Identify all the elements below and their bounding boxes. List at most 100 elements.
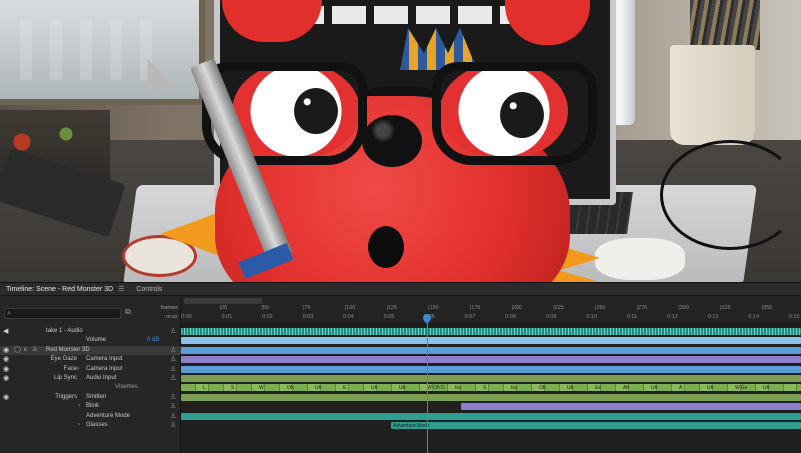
ruler-time-tick: 0:09: [545, 314, 557, 320]
track-row-label[interactable]: Adventure Mode ♙: [0, 412, 181, 421]
track-row-label[interactable]: Visemes: [0, 383, 181, 392]
track-row-label[interactable]: ◉ Eye Gaze Camera Input ♙: [0, 355, 181, 364]
track-name-label: Adventure Mode: [86, 412, 131, 419]
viseme-label: S: [231, 385, 235, 392]
track-segment[interactable]: [181, 412, 801, 420]
track-list: ⌕ ⧉ ◀ take 1 - Audio ♙ Volume 0 dB ◉ ◯ ∨ ♙ Red Mo…: [0, 297, 181, 453]
tab-controls[interactable]: Controls: [130, 283, 168, 296]
track-row-label[interactable]: ◀ take 1 - Audio ♙: [0, 327, 181, 336]
expand-chevron-icon[interactable]: ›: [77, 365, 79, 374]
track-segment[interactable]: [181, 346, 801, 354]
track-row-label[interactable]: ◉ Lip Sync Audio Input ♙: [0, 374, 181, 383]
record-arm-icon[interactable]: ♙: [170, 327, 176, 336]
scene-link-icon[interactable]: ⧉: [125, 307, 131, 317]
ruler-frame-tick: |200: [511, 305, 523, 311]
viseme-label: W: [259, 385, 264, 392]
ruler-time-tick: 0:14: [748, 314, 760, 320]
ruler-time-tick: 0:07: [464, 314, 476, 320]
thumbnail: [374, 6, 408, 24]
search-icon: ⌕: [7, 310, 11, 317]
ruler-frame-tick: |350: [761, 305, 773, 311]
volume-value[interactable]: 0 dB: [147, 336, 159, 345]
eye-visibility-icon[interactable]: ◉: [3, 365, 9, 374]
viseme-label: Uh: [707, 385, 714, 392]
monster-spike: [160, 212, 220, 256]
eye-visibility-icon[interactable]: ◉: [3, 393, 9, 402]
puppet-icon[interactable]: ♙: [32, 346, 37, 355]
track-search-input[interactable]: [5, 309, 120, 318]
track-segment[interactable]: [181, 375, 801, 382]
ruler-time-tick: 0:08: [505, 314, 516, 320]
ruler-frame-tick: |75: [303, 305, 311, 311]
ruler-frame-tick: |125: [386, 305, 398, 311]
mss-label: m:ss: [166, 314, 178, 320]
ruler-frame-tick: |150: [428, 305, 439, 311]
ruler-time-tick: 0:13: [707, 314, 719, 320]
visemes-track[interactable]: L S W Oh Uh E Uh Uh W Oh D Ee S Ee Oh Uh Ee Ah Uh A Uh W Ee…: [181, 384, 801, 392]
track-segment[interactable]: [181, 356, 801, 364]
expand-chevron-icon[interactable]: ›: [78, 421, 80, 430]
track-row-label[interactable]: ◉ Face › Camera Input ♙: [0, 365, 181, 374]
track-name-label: take 1 - Audio: [46, 328, 83, 334]
thumbnail: [416, 6, 450, 24]
record-arm-icon[interactable]: ♙: [170, 412, 176, 421]
timeline-panel: Timeline: Scene - Red Monster 3D ☰ Contr…: [0, 282, 801, 453]
solo-icon[interactable]: ◯: [14, 346, 21, 355]
expand-chevron-icon[interactable]: ∨: [23, 346, 27, 355]
ruler-frame-tick: |25: [219, 305, 228, 311]
viseme-label: Ee: [595, 385, 602, 392]
record-arm-icon[interactable]: ♙: [170, 355, 176, 364]
playhead-line: [427, 323, 429, 453]
ruler-time-tick: 0:10: [586, 314, 597, 320]
track-row-label[interactable]: › Blink ♙: [0, 402, 181, 411]
expand-chevron-icon[interactable]: ›: [78, 402, 80, 411]
timeline-tab-bar: Timeline: Scene - Red Monster 3D ☰ Contr…: [0, 283, 801, 296]
track-name-label: Visemes: [115, 384, 138, 391]
track-search-field[interactable]: ⌕: [4, 308, 121, 319]
viseme-label: Ee: [511, 385, 518, 392]
track-name-label: Glasses: [86, 422, 108, 428]
track-behavior-label: Eye Gaze: [50, 356, 77, 363]
hamburger-menu-icon[interactable]: ☰: [118, 286, 124, 293]
track-segment[interactable]: [181, 337, 801, 345]
record-arm-icon[interactable]: ♙: [170, 346, 176, 355]
track-segment[interactable]: [181, 328, 801, 335]
track-segment[interactable]: [181, 393, 801, 401]
ruler-time-tick: 0:00: [181, 314, 192, 320]
record-arm-icon[interactable]: ♙: [170, 421, 176, 430]
ruler-time-tick: 0:04: [343, 314, 354, 320]
viseme-label: Uh: [763, 385, 770, 392]
track-name-label: Smitten: [86, 393, 107, 400]
record-arm-icon[interactable]: ♙: [170, 365, 176, 374]
tab-timeline-label: Timeline: Scene - Red Monster 3D: [6, 285, 114, 293]
track-row-label[interactable]: ◉ ◯ ∨ ♙ Red Monster 3D ♙: [0, 345, 181, 355]
eye-visibility-icon[interactable]: ◉: [3, 355, 9, 364]
eye-visibility-icon[interactable]: ◉: [3, 346, 9, 355]
work-area-bar[interactable]: [184, 298, 262, 304]
thumbnail: [332, 6, 366, 24]
viseme-label: Uh: [567, 385, 574, 392]
time-ruler[interactable]: |25 |50 |75 |100 |125 |150 |175 |200 |225 |250 |27…: [181, 297, 801, 325]
track-area[interactable]: |25 |50 |75 |100 |125 |150 |175 |200 |225 |250 |27…: [181, 297, 801, 453]
track-segment[interactable]: [461, 403, 801, 411]
desk-cables: [660, 140, 800, 250]
ruler-time-tick: 0:15: [788, 314, 800, 320]
record-arm-icon[interactable]: ♙: [170, 374, 176, 383]
track-row-label[interactable]: › Glasses ♙: [0, 421, 181, 430]
eye-visibility-icon[interactable]: ◉: [3, 374, 9, 383]
track-row-label[interactable]: Volume 0 dB: [0, 336, 181, 345]
thumbnail: [458, 6, 492, 24]
track-segment[interactable]: Adventure Mode: [391, 422, 801, 429]
glasses-bridge: [362, 86, 438, 100]
viseme-label: Uh: [315, 385, 322, 392]
track-behavior-label: Lip Sync: [53, 375, 77, 381]
track-behavior-label: Triggers: [55, 393, 77, 400]
track-segment[interactable]: [181, 365, 801, 373]
speaker-icon[interactable]: ◀: [3, 327, 8, 336]
record-arm-icon[interactable]: ♙: [170, 402, 176, 411]
track-row-label[interactable]: ◉ Triggers Smitten ♙: [0, 393, 181, 402]
record-arm-icon[interactable]: ♙: [170, 393, 176, 402]
tab-timeline[interactable]: Timeline: Scene - Red Monster 3D ☰: [0, 283, 130, 296]
viseme-label: W Ee: [735, 385, 748, 392]
viseme-label: Oh: [287, 385, 294, 392]
